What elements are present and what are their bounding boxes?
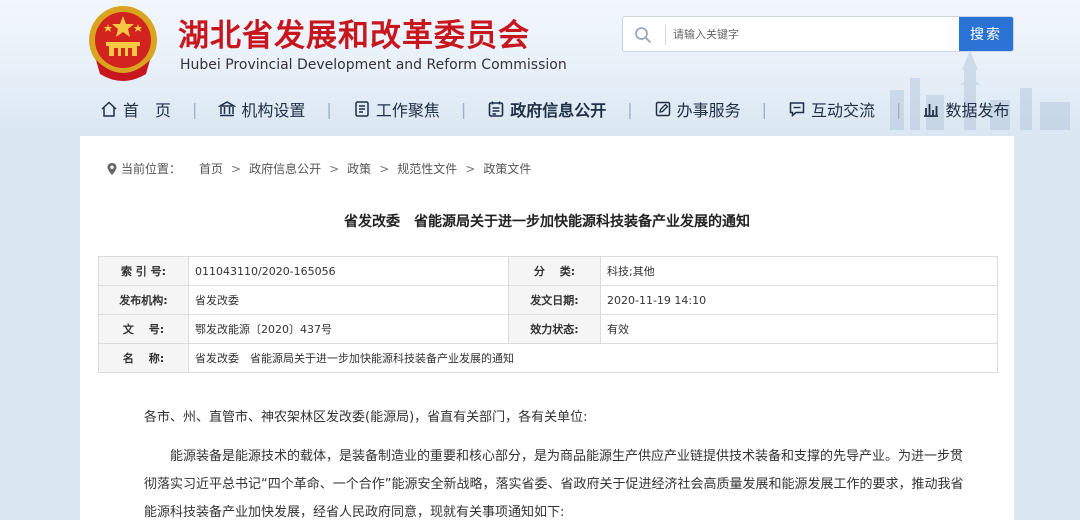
search-divider <box>665 25 666 45</box>
table-row: 索 引 号: 011043110/2020-165056 分 类: 科技;其他 <box>98 256 998 286</box>
index-number-label: 索 引 号: <box>98 256 189 286</box>
breadcrumb-separator: > <box>231 161 242 176</box>
nav-separator: | <box>326 99 332 119</box>
nav-separator: | <box>761 99 768 119</box>
issue-date-label: 发文日期: <box>508 285 601 315</box>
home-icon <box>101 101 117 117</box>
document-paragraph: 能源装备是能源技术的载体，是装备制造业的重要和核心部分，是为商品能源生产供应产业… <box>144 449 964 520</box>
validity-status-value: 有效 <box>600 314 998 344</box>
nav-label: 首 页 <box>123 101 172 120</box>
validity-status-label: 效力状态: <box>508 314 601 344</box>
breadcrumb-item-normative-docs[interactable]: 规范性文件 <box>397 160 457 177</box>
breadcrumb-separator: > <box>465 161 476 176</box>
breadcrumb-prefix: 当前位置： <box>121 162 182 176</box>
table-row: 发布机构: 省发改委 发文日期: 2020-11-19 14:10 <box>98 285 998 315</box>
national-emblem-logo <box>89 6 157 81</box>
document-name-label: 名 称: <box>98 343 189 373</box>
nav-item-interaction[interactable]: 互动交流 <box>788 97 875 121</box>
nav-label: 机构设置 <box>241 101 306 120</box>
service-edit-icon <box>655 101 670 117</box>
document-title: 省发改委 省能源局关于进一步加快能源科技装备产业发展的通知 <box>344 214 750 230</box>
category-value: 科技;其他 <box>600 256 998 286</box>
document-salutation: 各市、州、直管市、神农架林区发改委(能源局)，省直有关部门，各有关单位: <box>144 410 588 425</box>
site-title: 湖北省发展和改革委员会 <box>178 18 530 54</box>
site-header: 湖北省发展和改革委员会 Hubei Provincial Development… <box>0 0 1080 130</box>
breadcrumb-item-home[interactable]: 首页 <box>199 160 223 177</box>
institution-icon <box>218 101 237 117</box>
document-body: 各市、州、直管市、神农架林区发改委(能源局)，省直有关部门，各有关单位: 能源装… <box>144 406 964 520</box>
breadcrumb-item-policy[interactable]: 政策 <box>347 160 371 177</box>
document-name-value: 省发改委 省能源局关于进一步加快能源科技装备产业发展的通知 <box>188 343 998 373</box>
bar-chart-icon <box>924 104 939 117</box>
issuer-label: 发布机构: <box>98 285 189 315</box>
site-subtitle: Hubei Provincial Development and Reform … <box>180 57 567 73</box>
nav-item-institution[interactable]: 机构设置 <box>218 97 305 121</box>
nav-label: 互动交流 <box>811 101 876 120</box>
breadcrumb-separator: > <box>379 161 390 176</box>
search-box: 搜索 <box>622 16 1014 52</box>
nav-item-services[interactable]: 办事服务 <box>654 97 741 121</box>
document-number-label: 文 号: <box>98 314 189 344</box>
nav-label: 工作聚焦 <box>375 101 440 120</box>
breadcrumb-item-policy-docs[interactable]: 政策文件 <box>483 160 531 177</box>
search-button[interactable]: 搜索 <box>959 17 1013 51</box>
document-list-icon <box>355 101 369 117</box>
nav-label: 政府信息公开 <box>510 101 607 120</box>
document-number-value: 鄂发改能源〔2020〕437号 <box>188 314 509 344</box>
table-row: 文 号: 鄂发改能源〔2020〕437号 效力状态: 有效 <box>98 314 998 344</box>
category-label: 分 类: <box>508 256 601 286</box>
breadcrumb: 当前位置： 首页 > 政府信息公开 > 政策 > 规范性文件 > 政策文件 <box>106 160 531 177</box>
main-nav: 首 页 | 机构设置 | 工作聚焦 | 政府信息公开 | 办事服务 | 互动交流… <box>100 94 1009 124</box>
breadcrumb-separator: > <box>329 161 340 176</box>
chat-icon <box>789 102 805 118</box>
issuer-value: 省发改委 <box>188 285 509 315</box>
nav-item-data-release[interactable]: 数据发布 <box>922 97 1009 121</box>
index-number-value: 011043110/2020-165056 <box>188 256 509 286</box>
info-disclosure-icon <box>488 101 504 117</box>
document-info-table: 索 引 号: 011043110/2020-165056 分 类: 科技;其他 … <box>98 256 998 373</box>
nav-item-info-disclosure[interactable]: 政府信息公开 <box>487 97 606 121</box>
search-input[interactable] <box>673 17 959 51</box>
location-pin-icon <box>107 162 117 175</box>
table-row: 名 称: 省发改委 省能源局关于进一步加快能源科技装备产业发展的通知 <box>98 343 998 373</box>
nav-label: 办事服务 <box>676 101 741 120</box>
nav-separator: | <box>460 99 467 119</box>
breadcrumb-item-info-disclosure[interactable]: 政府信息公开 <box>249 160 321 177</box>
search-icon <box>635 27 651 43</box>
nav-separator: | <box>192 99 198 119</box>
content-panel: 当前位置： 首页 > 政府信息公开 > 政策 > 规范性文件 > 政策文件 省发… <box>80 136 1014 520</box>
issue-date-value: 2020-11-19 14:10 <box>600 285 998 315</box>
nav-item-home[interactable]: 首 页 <box>100 97 171 121</box>
nav-separator: | <box>627 99 633 119</box>
nav-separator: | <box>896 99 902 119</box>
nav-item-work-focus[interactable]: 工作聚焦 <box>353 97 440 121</box>
nav-label: 数据发布 <box>945 101 1010 120</box>
